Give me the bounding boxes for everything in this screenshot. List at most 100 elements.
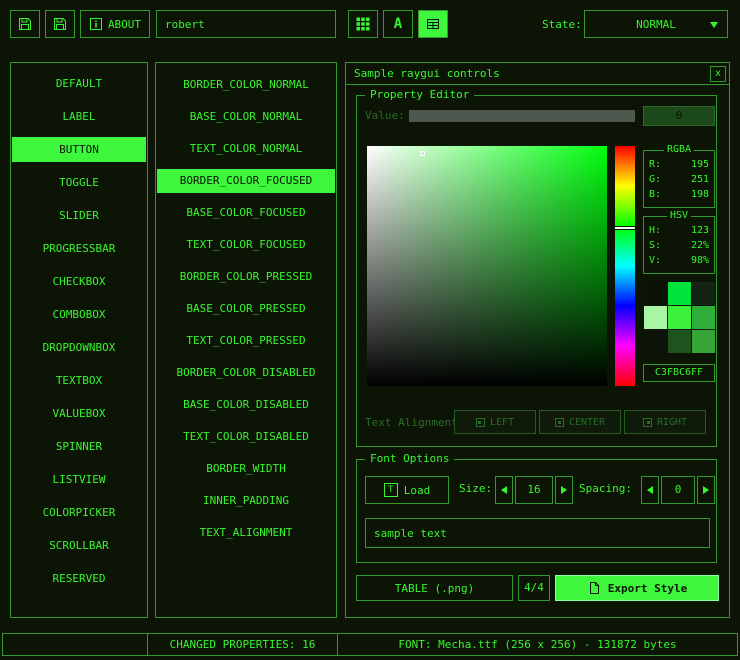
- font-t-icon: T: [384, 483, 398, 497]
- controls-list-item[interactable]: PROGRESSBAR: [12, 236, 146, 261]
- palette-color-swatch[interactable]: [644, 306, 667, 329]
- palette-color-swatch[interactable]: [692, 306, 715, 329]
- table-view-button[interactable]: [418, 10, 448, 38]
- align-right-button[interactable]: RIGHT: [624, 410, 706, 434]
- export-progress-box: 4/4: [518, 575, 550, 601]
- spacing-decrease-button[interactable]: [641, 476, 659, 504]
- rgba-b-value: 198: [691, 187, 709, 202]
- status-changed-properties: CHANGED PROPERTIES: 16: [147, 633, 338, 656]
- about-button[interactable]: ABOUT: [80, 10, 150, 38]
- hsv-v-row: V: 98%: [649, 253, 709, 268]
- property-editor-group: Property Editor Value: 0 RGBA R: 195 G: …: [356, 95, 717, 447]
- export-style-button[interactable]: Export Style: [555, 575, 719, 601]
- properties-list-item[interactable]: BASE_COLOR_FOCUSED: [157, 201, 335, 225]
- letter-a-icon: A: [394, 16, 402, 32]
- save-style-button[interactable]: [10, 10, 40, 38]
- properties-list-item[interactable]: TEXT_COLOR_NORMAL: [157, 137, 335, 161]
- properties-list-item[interactable]: TEXT_COLOR_DISABLED: [157, 425, 335, 449]
- properties-list-item[interactable]: TEXT_ALIGNMENT: [157, 521, 335, 545]
- properties-list-item[interactable]: BORDER_WIDTH: [157, 457, 335, 481]
- value-slider[interactable]: [409, 110, 635, 122]
- controls-list-item[interactable]: COLORPICKER: [12, 500, 146, 525]
- hsv-group: HSV H: 123 S: 22% V: 98%: [643, 216, 715, 274]
- properties-list-item[interactable]: BORDER_COLOR_DISABLED: [157, 361, 335, 385]
- floppy-icon: [52, 16, 68, 32]
- properties-list-item[interactable]: BASE_COLOR_PRESSED: [157, 297, 335, 321]
- font-load-button[interactable]: T Load: [365, 476, 449, 504]
- font-view-button[interactable]: A: [383, 10, 413, 38]
- spacing-label: Spacing:: [579, 482, 632, 495]
- controls-list: DEFAULT LABEL BUTTON TOGGLE SLIDER PROGRESSBA…: [10, 62, 148, 618]
- rguistyler-app: ABOUT A State: NORMAL DEFAULT LABEL BUTTON…: [0, 0, 740, 660]
- properties-list: BORDER_COLOR_NORMAL BASE_COLOR_NORMAL TEXT…: [155, 62, 337, 618]
- properties-list-item[interactable]: BORDER_COLOR_FOCUSED: [157, 169, 335, 193]
- save-style-as-button[interactable]: [45, 10, 75, 38]
- palette-color-swatch[interactable]: [692, 282, 715, 305]
- palette-color-swatch[interactable]: [644, 330, 667, 353]
- floppy-icon: [17, 16, 33, 32]
- value-box[interactable]: 0: [643, 106, 715, 126]
- controls-list-item[interactable]: LISTVIEW: [12, 467, 146, 492]
- palette-color-swatch[interactable]: [668, 306, 691, 329]
- status-left-box: [2, 633, 148, 656]
- size-label: Size:: [459, 482, 492, 495]
- grid-view-button[interactable]: [348, 10, 378, 38]
- size-increase-button[interactable]: [555, 476, 573, 504]
- arrow-right-icon: [561, 486, 567, 494]
- controls-list-item[interactable]: COMBOBOX: [12, 302, 146, 327]
- properties-list-item[interactable]: BASE_COLOR_DISABLED: [157, 393, 335, 417]
- rgba-r-row: R: 195: [649, 157, 709, 172]
- arrow-right-icon: [703, 486, 709, 494]
- controls-list-item[interactable]: SCROLLBAR: [12, 533, 146, 558]
- controls-list-item[interactable]: RESERVED: [12, 566, 146, 591]
- sample-controls-window: Sample raygui controls x Property Editor…: [345, 62, 730, 618]
- align-left-button[interactable]: LEFT: [454, 410, 536, 434]
- properties-list-item[interactable]: INNER_PADDING: [157, 489, 335, 513]
- window-title: Sample raygui controls: [354, 67, 500, 80]
- properties-list-item[interactable]: TEXT_COLOR_PRESSED: [157, 329, 335, 353]
- export-file-icon: [587, 581, 601, 595]
- style-name-input[interactable]: [156, 10, 336, 38]
- picker-cursor: [420, 151, 425, 156]
- controls-list-item[interactable]: BUTTON: [12, 137, 146, 162]
- text-alignment-label: Text Alignment: [365, 416, 458, 429]
- controls-list-item[interactable]: SPINNER: [12, 434, 146, 459]
- controls-list-item[interactable]: DEFAULT: [12, 71, 146, 96]
- state-label: State:: [542, 18, 582, 31]
- spacing-value-box[interactable]: 0: [661, 476, 695, 504]
- rgba-group: RGBA R: 195 G: 251 B: 198: [643, 150, 715, 208]
- size-decrease-button[interactable]: [495, 476, 513, 504]
- palette-color-swatch[interactable]: [668, 282, 691, 305]
- font-options-label: Font Options: [365, 452, 454, 465]
- palette-color-swatch[interactable]: [668, 330, 691, 353]
- properties-list-item[interactable]: TEXT_COLOR_FOCUSED: [157, 233, 335, 257]
- export-format-button[interactable]: TABLE (.png): [356, 575, 513, 601]
- rgba-g-value: 251: [691, 172, 709, 187]
- controls-list-item[interactable]: TEXTBOX: [12, 368, 146, 393]
- size-value-box[interactable]: 16: [515, 476, 553, 504]
- spacing-increase-button[interactable]: [697, 476, 715, 504]
- sample-text-input[interactable]: [365, 518, 710, 548]
- close-button[interactable]: x: [710, 66, 726, 82]
- properties-list-item[interactable]: BASE_COLOR_NORMAL: [157, 105, 335, 129]
- align-center-button[interactable]: CENTER: [539, 410, 621, 434]
- controls-list-item[interactable]: DROPDOWNBOX: [12, 335, 146, 360]
- properties-list-item[interactable]: BORDER_COLOR_PRESSED: [157, 265, 335, 289]
- properties-list-item[interactable]: BORDER_COLOR_NORMAL: [157, 73, 335, 97]
- hsv-s-row: S: 22%: [649, 238, 709, 253]
- state-dropdown[interactable]: NORMAL: [584, 10, 728, 38]
- align-center-icon: [555, 418, 564, 427]
- hex-value-box[interactable]: C3FBC6FF: [643, 364, 715, 382]
- hue-slider[interactable]: [615, 146, 635, 386]
- color-panel[interactable]: [367, 146, 607, 386]
- palette-color-swatch[interactable]: [692, 330, 715, 353]
- controls-list-item[interactable]: VALUEBOX: [12, 401, 146, 426]
- arrow-left-icon: [647, 486, 653, 494]
- controls-list-item[interactable]: CHECKBOX: [12, 269, 146, 294]
- controls-list-item[interactable]: SLIDER: [12, 203, 146, 228]
- align-left-icon: [476, 418, 485, 427]
- palette-color-swatch[interactable]: [644, 282, 667, 305]
- about-label: ABOUT: [108, 18, 141, 31]
- controls-list-item[interactable]: LABEL: [12, 104, 146, 129]
- controls-list-item[interactable]: TOGGLE: [12, 170, 146, 195]
